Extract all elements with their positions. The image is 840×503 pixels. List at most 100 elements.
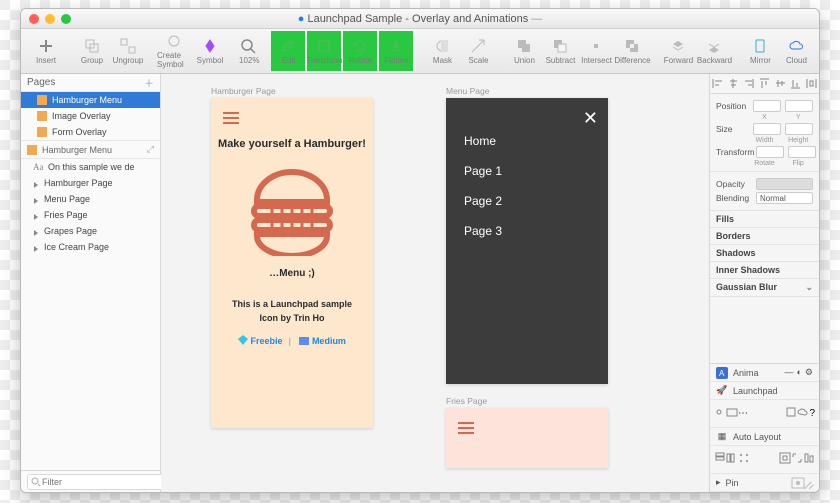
blending-select[interactable]: Normal [756,192,813,204]
launchpad-row[interactable]: 🚀 Launchpad [710,382,819,400]
blur-section[interactable]: Gaussian Blur⌄ [710,279,819,297]
hamburger-menu-icon [458,422,474,434]
layer-row[interactable]: Ice Cream Page [21,239,160,255]
edit-button[interactable]: Edit [271,31,305,71]
gear-icon[interactable]: ⚙ [805,367,813,378]
search-icon [31,477,41,487]
close-window[interactable] [29,14,39,24]
cloud-tool[interactable] [797,406,809,421]
canvas[interactable]: Hamburger Page Make yourself a Hamburger… [161,74,709,492]
layer-row[interactable]: Hamburger Page [21,175,160,191]
backward-button[interactable]: Backward [697,31,731,71]
rotate-button[interactable]: Rotate [343,31,377,71]
nav-item: Page 1 [464,164,502,178]
page-item[interactable]: Form Overlay [21,124,160,140]
layers-list: AaOn this sample we de Hamburger Page Me… [21,159,160,470]
stack-h[interactable] [726,452,738,467]
artboard-label[interactable]: Hamburger Page [211,86,276,96]
inspector-align-tabs [710,74,819,94]
union-button[interactable]: Union [507,31,541,71]
artboard-hamburger[interactable]: Make yourself a Hamburger! …Menu ;) This… [211,98,373,428]
inner-shadows-section[interactable]: Inner Shadows [710,262,819,279]
grid-tool[interactable] [738,452,750,467]
resize-handle[interactable] [805,478,815,488]
symbol-button[interactable]: Symbol [193,31,227,71]
intersect-button[interactable]: Intersect [579,31,613,71]
page-label: Hamburger Menu [52,95,122,105]
opacity-slider[interactable] [756,178,813,190]
rotate-input[interactable] [756,146,784,158]
auto-layout-row[interactable]: ▦ Auto Layout [710,428,819,446]
menu-nav: Home Page 1 Page 2 Page 3 [464,134,502,254]
height-input[interactable] [785,123,813,135]
align-bottom[interactable] [788,74,804,93]
mask-button[interactable]: Mask [425,31,459,71]
add-page-button[interactable]: ＋ [144,75,154,90]
pin-row[interactable]: ▸ Pin [710,474,819,492]
settings-tool[interactable] [785,406,797,421]
link-tool[interactable] [714,406,726,421]
group-button[interactable]: Group [75,31,109,71]
layers-header[interactable]: Hamburger Menu ⤢ [21,141,160,159]
create-symbol-button[interactable]: Create Symbol [157,31,191,71]
titlebar: ● Launchpad Sample - Overlay and Animati… [21,9,819,29]
insert-button[interactable]: Insert [29,31,63,71]
padding-tool[interactable] [779,452,791,467]
shadows-section[interactable]: Shadows [710,245,819,262]
flip-input[interactable] [788,146,816,158]
artboard-label[interactable]: Menu Page [446,86,489,96]
stack-v[interactable] [714,452,726,467]
width-input[interactable] [753,123,781,135]
filter-input[interactable] [27,474,174,490]
layer-row[interactable]: Menu Page [21,191,160,207]
expand-tool[interactable] [791,452,803,467]
align-left[interactable] [710,74,726,93]
scale-button[interactable]: Scale [461,31,495,71]
pos-y-input[interactable] [785,100,813,112]
zoom-control[interactable]: 102% [239,38,259,65]
maximize-window[interactable] [61,14,71,24]
layer-row[interactable]: Fries Page [21,207,160,223]
borders-section[interactable]: Borders [710,228,819,245]
artboard-fries[interactable] [446,408,608,468]
distribute-h[interactable] [803,74,819,93]
body: Pages ＋ Hamburger Menu Image Overlay For… [21,74,819,492]
cloud-button[interactable]: Cloud [779,31,813,71]
align-top[interactable] [757,74,773,93]
ungroup-button[interactable]: Ungroup [111,31,145,71]
align-hcenter[interactable] [726,74,742,93]
anima-panel: A Anima —◐⚙ 🚀 Launchpad ⋯ ? [710,363,819,492]
page-item[interactable]: Hamburger Menu [21,92,160,108]
page-item[interactable]: Image Overlay [21,108,160,124]
minimize-window[interactable] [45,14,55,24]
pos-x-input[interactable] [753,100,781,112]
nav-item: Home [464,134,502,148]
align-right[interactable] [741,74,757,93]
artboard-credit: Icon by Trin Ho [211,313,373,323]
subtract-button[interactable]: Subtract [543,31,577,71]
artboard-menu[interactable]: ✕ Home Page 1 Page 2 Page 3 [446,98,608,384]
fills-section[interactable]: Fills [710,211,819,228]
anima-header[interactable]: A Anima —◐⚙ [710,364,819,382]
layer-row[interactable]: AaOn this sample we de [21,159,160,175]
auto-layout-tools [710,446,819,474]
align-tool[interactable] [803,452,815,467]
transform-button[interactable]: Transform [307,31,341,71]
align-vcenter[interactable] [772,74,788,93]
help-tool[interactable]: ? [809,408,815,419]
collapse-icon[interactable]: ⤢ [147,144,154,155]
more-tool[interactable]: ⋯ [738,408,748,419]
minimize-icon[interactable]: — [784,367,793,378]
toggle-icon[interactable]: ◐ [796,367,801,378]
forward-button[interactable]: Forward [661,31,695,71]
mirror-button[interactable]: Mirror [743,31,777,71]
page-icon [37,95,47,105]
layer-row[interactable]: Grapes Page [21,223,160,239]
svg-text:A: A [719,369,725,378]
container-tool[interactable] [726,406,738,421]
diamond-icon [238,335,248,345]
flatten-button[interactable]: Flatten [379,31,413,71]
difference-button[interactable]: Difference [615,31,649,71]
artboard-label[interactable]: Fries Page [446,396,487,406]
sidebar-footer [21,470,160,492]
